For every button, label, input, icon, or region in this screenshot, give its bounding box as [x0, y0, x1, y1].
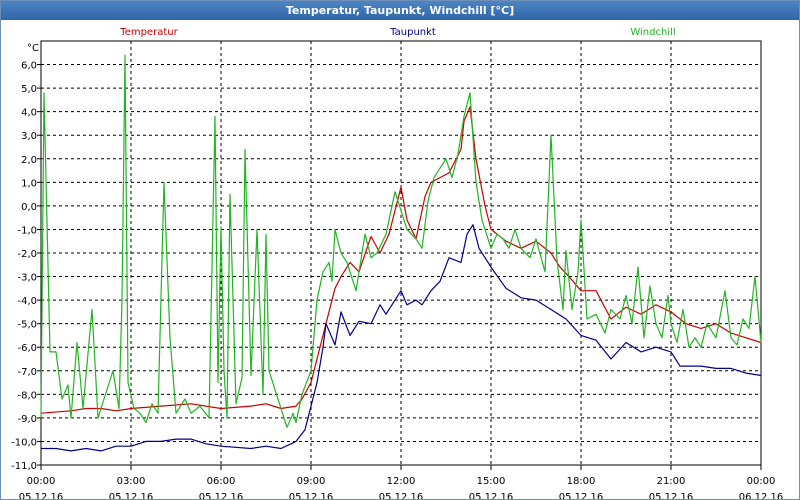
y-tick-label: -8,0 — [17, 390, 37, 401]
legend-taupunkt: Taupunkt — [389, 27, 436, 38]
y-axis: 6,0 5,0 4,0 3,0 2,0 1,0 0,0 -1,0 -2,0 -3,0 -4,0 -5,… — [11, 61, 41, 472]
chart-canvas: 6,0 5,0 4,0 3,0 2,0 1,0 0,0 -1,0 -2,0 -3,0 -4,0 -5,… — [11, 27, 784, 499]
y-tick-label: -3,0 — [17, 273, 37, 284]
x-tick-date: 05.12.16 — [379, 492, 424, 499]
y-tick-label: 1,0 — [21, 178, 37, 189]
y-tick-label: -4,0 — [17, 296, 37, 307]
x-tick-time: 03:00 — [117, 476, 146, 487]
chart-window: Temperatur, Taupunkt, Windchill [°C] 6,0… — [0, 0, 800, 500]
chart-legend: Temperatur Taupunkt Windchill — [119, 27, 675, 38]
x-tick-date: 05.12.16 — [109, 492, 154, 499]
x-tick-time: 18:00 — [567, 476, 596, 487]
y-tick-label: 2,0 — [21, 155, 37, 166]
y-axis-unit: °C — [27, 43, 39, 54]
x-tick-time: 00:00 — [27, 476, 56, 487]
y-tick-label: -1,0 — [17, 225, 37, 236]
y-tick-label: -11,0 — [11, 461, 37, 472]
legend-windchill: Windchill — [630, 27, 675, 38]
x-tick-time: 12:00 — [387, 476, 416, 487]
x-tick-time: 00:00 — [747, 476, 776, 487]
x-tick-date: 06.12.16 — [739, 492, 784, 499]
y-tick-label: 0,0 — [21, 202, 37, 213]
legend-temperatur: Temperatur — [119, 27, 178, 38]
x-tick-date: 05.12.16 — [19, 492, 64, 499]
y-tick-label: -10,0 — [11, 437, 37, 448]
x-tick-time: 09:00 — [297, 476, 326, 487]
x-tick-date: 05.12.16 — [469, 492, 514, 499]
x-axis: 00:00 05.12.16 03:00 05.12.16 06:00 05.12.16 0… — [19, 465, 784, 499]
y-tick-label: -9,0 — [17, 414, 37, 425]
x-tick-time: 06:00 — [207, 476, 236, 487]
chart-grid — [41, 41, 761, 465]
window-title: Temperatur, Taupunkt, Windchill [°C] — [1, 1, 799, 20]
x-tick-time: 21:00 — [657, 476, 686, 487]
y-tick-label: -5,0 — [17, 320, 37, 331]
y-tick-label: 6,0 — [21, 61, 37, 72]
x-tick-date: 05.12.16 — [289, 492, 334, 499]
x-tick-date: 05.12.16 — [199, 492, 244, 499]
x-tick-date: 05.12.16 — [649, 492, 694, 499]
x-tick-date: 05.12.16 — [559, 492, 604, 499]
y-tick-label: -6,0 — [17, 343, 37, 354]
y-tick-label: 5,0 — [21, 84, 37, 95]
y-tick-label: 4,0 — [21, 108, 37, 119]
x-tick-time: 15:00 — [477, 476, 506, 487]
y-tick-label: -7,0 — [17, 367, 37, 378]
y-tick-label: 3,0 — [21, 131, 37, 142]
y-tick-label: -2,0 — [17, 249, 37, 260]
